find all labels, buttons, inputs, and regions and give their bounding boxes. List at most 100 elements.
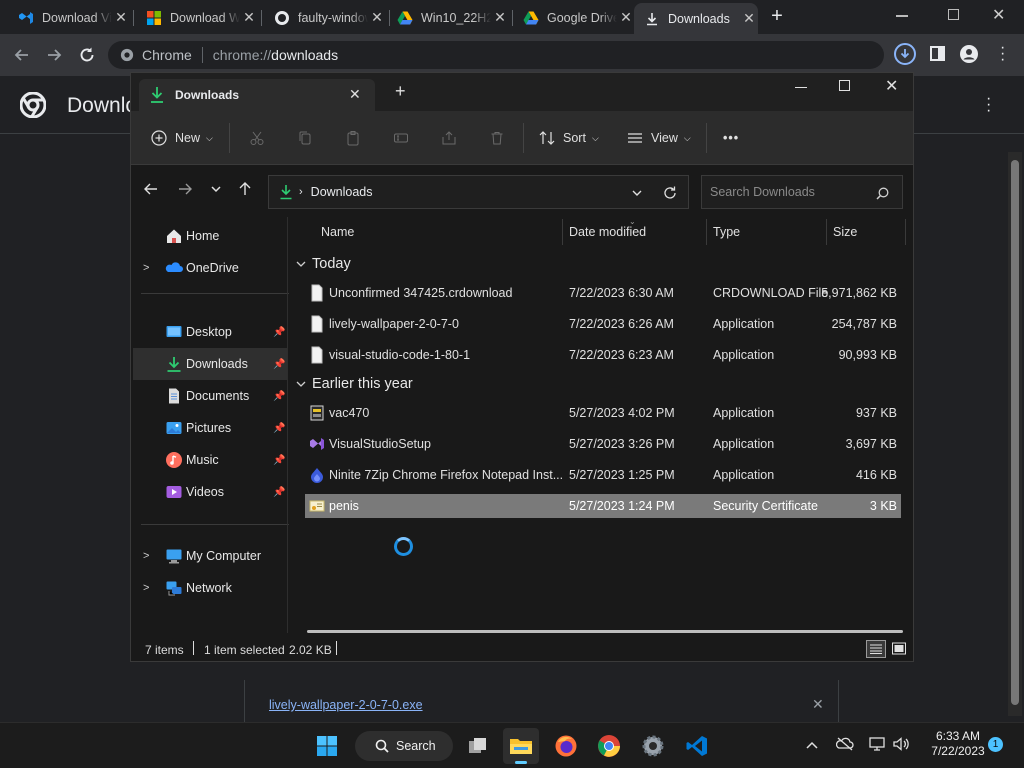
pin-icon[interactable]: 📌 (273, 391, 285, 402)
tab-win10-22h2[interactable]: Win10_22H2 ✕ (387, 5, 509, 30)
paste-button[interactable] (345, 111, 361, 165)
expand-chevron-icon[interactable]: > (143, 262, 149, 274)
tab-downloads[interactable]: Downloads ✕ (634, 3, 758, 34)
back-icon[interactable] (14, 47, 30, 63)
forward-button[interactable] (173, 177, 197, 201)
download-filename-link[interactable]: lively-wallpaper-2-0-7-0.exe (269, 698, 423, 712)
onedrive-offline-icon[interactable] (836, 736, 854, 752)
taskbar-search-box[interactable]: Search (355, 731, 453, 761)
address-bar[interactable]: › Downloads (268, 175, 689, 209)
volume-icon[interactable] (892, 736, 910, 752)
sidebar-item-music[interactable]: Music 📌 (133, 444, 287, 476)
page-scrollbar[interactable] (1008, 152, 1022, 716)
new-button[interactable]: New ⌵ (151, 111, 213, 165)
explorer-tab-downloads[interactable]: Downloads ✕ (139, 79, 375, 111)
task-view-button[interactable] (460, 728, 496, 764)
sidebar-item-home[interactable]: Home (133, 220, 287, 252)
rename-button[interactable] (393, 111, 409, 165)
close-tab-icon[interactable]: ✕ (740, 10, 758, 27)
taskbar-vscode[interactable] (679, 728, 715, 764)
refresh-icon[interactable] (663, 186, 677, 200)
network-monitor-icon[interactable] (869, 736, 887, 752)
file-row[interactable]: visual-studio-code-1-80-1 7/22/2023 6:23… (305, 343, 901, 367)
sidebar-item-videos[interactable]: Videos 📌 (133, 476, 287, 508)
taskbar-clock[interactable]: 6:33 AM 7/22/2023 (918, 729, 998, 759)
expand-chevron-icon[interactable]: > (143, 550, 149, 562)
tab-download-windows-10[interactable]: Download Windows 10 ✕ (136, 5, 258, 30)
omnibox[interactable]: Chrome chrome:// downloads (108, 41, 884, 69)
notification-badge[interactable]: 1 (988, 737, 1003, 752)
pin-icon[interactable]: 📌 (273, 455, 285, 466)
sidebar-item-documents[interactable]: Documents 📌 (133, 380, 287, 412)
file-row[interactable]: lively-wallpaper-2-0-7-0 7/22/2023 6:26 … (305, 312, 901, 336)
recent-locations-button[interactable] (204, 177, 228, 201)
search-downloads-input[interactable]: Search Downloads (701, 175, 903, 209)
remove-download-icon[interactable]: ✕ (812, 696, 824, 713)
file-row[interactable]: Unconfirmed 347425.crdownload 7/22/2023 … (305, 281, 901, 305)
close-tab-icon[interactable]: ✕ (617, 9, 635, 26)
up-button[interactable] (233, 177, 257, 201)
horizontal-scrollbar[interactable] (307, 630, 903, 633)
close-tab-icon[interactable]: ✕ (112, 9, 130, 26)
file-row-selected[interactable]: penis 5/27/2023 1:24 PM Security Certifi… (305, 494, 901, 518)
tab-download-visual-studio[interactable]: Download Visual Studio ✕ (8, 5, 130, 30)
file-row[interactable]: VisualStudioSetup 5/27/2023 3:26 PM Appl… (305, 432, 901, 456)
column-header-type[interactable]: Type (713, 225, 740, 239)
view-button[interactable]: View ⌵ (627, 111, 691, 165)
restore-icon[interactable] (948, 9, 959, 20)
taskbar-settings[interactable] (635, 728, 671, 764)
group-header-earlier-this-year[interactable]: Earlier this year (295, 376, 413, 392)
browser-menu-icon[interactable]: · · · (1000, 40, 1005, 68)
expand-chevron-icon[interactable]: > (143, 582, 149, 594)
column-header-name[interactable]: Name (321, 225, 354, 239)
sidebar-item-network[interactable]: > Network (133, 572, 287, 604)
copy-button[interactable] (297, 111, 313, 165)
more-options-button[interactable]: ••• (723, 111, 739, 165)
delete-button[interactable] (489, 111, 505, 165)
cut-button[interactable] (249, 111, 265, 165)
close-window-icon[interactable]: ✕ (885, 76, 898, 96)
sidebar-item-pictures[interactable]: Pictures 📌 (133, 412, 287, 444)
close-tab-icon[interactable]: ✕ (368, 9, 386, 26)
column-header-size[interactable]: Size (833, 225, 857, 239)
start-button[interactable] (309, 728, 345, 764)
taskbar-file-explorer[interactable] (503, 728, 539, 764)
new-explorer-tab-button[interactable]: + (395, 81, 406, 102)
tiles-view-button[interactable] (891, 641, 907, 657)
breadcrumb-downloads[interactable]: Downloads (311, 185, 373, 199)
pin-icon[interactable]: 📌 (273, 359, 285, 370)
minimize-icon[interactable] (795, 87, 807, 88)
sidebar-item-downloads[interactable]: Downloads 📌 (133, 348, 287, 380)
back-button[interactable] (139, 177, 163, 201)
maximize-icon[interactable] (839, 80, 850, 91)
tab-google-drive[interactable]: Google Drive ✕ (513, 5, 635, 30)
column-header-date[interactable]: Date modified (569, 225, 646, 239)
pin-icon[interactable]: 📌 (273, 423, 285, 434)
profile-avatar-icon[interactable] (960, 45, 978, 63)
file-row[interactable]: vac470 5/27/2023 4:02 PM Application 937… (305, 401, 901, 425)
downloads-indicator-icon[interactable] (894, 43, 916, 65)
taskbar-chrome[interactable] (591, 728, 627, 764)
sidebar-item-onedrive[interactable]: > OneDrive (133, 252, 287, 284)
close-tab-icon[interactable]: ✕ (349, 86, 361, 103)
pin-icon[interactable]: 📌 (273, 487, 285, 498)
share-button[interactable] (441, 111, 457, 165)
page-menu-icon[interactable]: · · · (986, 91, 991, 119)
taskbar-firefox[interactable] (548, 728, 584, 764)
side-panel-icon[interactable] (930, 46, 945, 61)
reload-icon[interactable] (78, 46, 96, 64)
file-row[interactable]: Ninite 7Zip Chrome Firefox Notepad Inst.… (305, 463, 901, 487)
sidebar-item-desktop[interactable]: Desktop 📌 (133, 316, 287, 348)
close-tab-icon[interactable]: ✕ (491, 9, 509, 26)
sort-button[interactable]: Sort ⌵ (539, 111, 599, 165)
sidebar-item-my-computer[interactable]: > My Computer (133, 540, 287, 572)
tab-faulty-windows[interactable]: faulty-windows ✕ (264, 5, 386, 30)
chevron-down-icon[interactable] (631, 187, 643, 199)
close-window-icon[interactable]: ✕ (992, 5, 1005, 25)
forward-icon[interactable] (46, 47, 62, 63)
details-view-button[interactable] (866, 640, 886, 658)
pane-divider[interactable] (287, 217, 288, 633)
minimize-icon[interactable] (896, 15, 908, 17)
pin-icon[interactable]: 📌 (273, 327, 285, 338)
new-tab-button[interactable]: + (766, 6, 788, 28)
